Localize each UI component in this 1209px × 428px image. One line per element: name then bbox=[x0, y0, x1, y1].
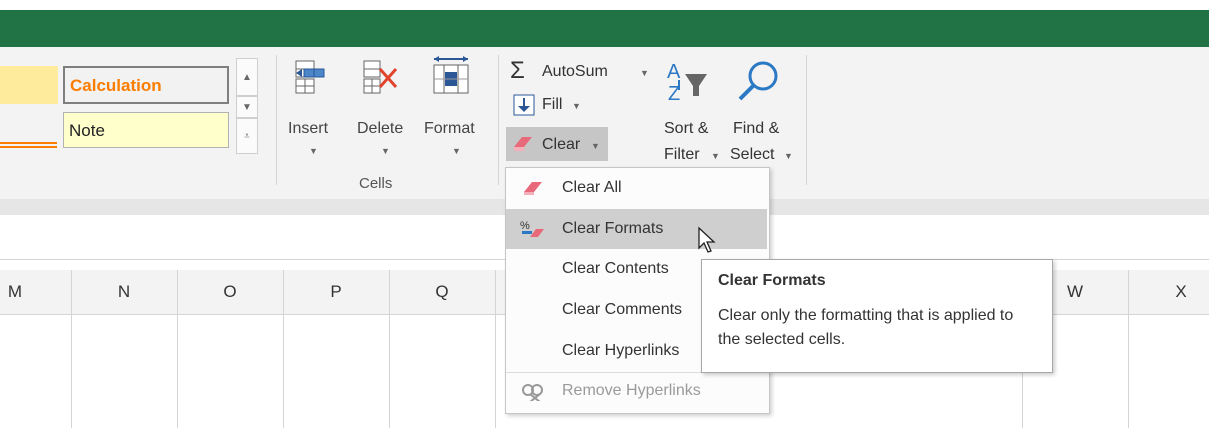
insert-cells-icon bbox=[295, 60, 325, 94]
group-separator bbox=[276, 55, 277, 185]
sort-filter-label-line2[interactable]: Filter bbox=[664, 146, 700, 164]
svg-text:%: % bbox=[520, 220, 530, 232]
clear-button[interactable]: Clear bbox=[542, 136, 580, 154]
autosum-dropdown-caret[interactable]: ▼ bbox=[640, 68, 649, 78]
column-header-x[interactable]: X bbox=[1128, 270, 1209, 314]
menu-item-remove-hyperlinks: Remove Hyperlinks bbox=[506, 371, 767, 411]
gallery-scroll-up-button[interactable]: ▲ bbox=[236, 58, 258, 96]
format-dropdown-caret[interactable]: ▼ bbox=[452, 146, 461, 156]
tooltip-body: Clear only the formatting that is applie… bbox=[718, 307, 1014, 348]
tooltip-title: Clear Formats bbox=[718, 272, 826, 289]
style-double-total-line bbox=[0, 142, 57, 144]
menu-item-clear-formats[interactable]: % Clear Formats bbox=[506, 209, 767, 249]
column-header-m[interactable]: M bbox=[0, 270, 30, 314]
find-magnifier-icon bbox=[738, 61, 778, 101]
sort-filter-dropdown-caret[interactable]: ▼ bbox=[711, 151, 720, 161]
gallery-scroll-down-button[interactable]: ▼ bbox=[236, 96, 258, 118]
column-header-q[interactable]: Q bbox=[389, 270, 495, 314]
format-button[interactable]: Format bbox=[424, 120, 475, 138]
format-cells-icon bbox=[433, 56, 469, 94]
eraser-icon bbox=[514, 137, 532, 151]
menu-item-label: Clear Hyperlinks bbox=[562, 342, 680, 359]
clear-dropdown-caret[interactable]: ▼ bbox=[591, 141, 600, 151]
find-select-button[interactable]: Find & bbox=[733, 120, 779, 138]
group-separator bbox=[806, 55, 807, 185]
style-neutral[interactable] bbox=[0, 66, 58, 104]
delete-dropdown-caret[interactable]: ▼ bbox=[381, 146, 390, 156]
menu-item-label: Clear Contents bbox=[562, 260, 669, 277]
fill-dropdown-caret[interactable]: ▼ bbox=[572, 101, 581, 111]
column-header-o[interactable]: O bbox=[177, 270, 283, 314]
menu-item-label: Clear Formats bbox=[562, 220, 664, 237]
clear-formats-icon: % bbox=[520, 220, 544, 237]
autosum-icon: Σ bbox=[510, 57, 525, 84]
remove-hyperlinks-icon bbox=[522, 384, 543, 401]
menu-item-label: Remove Hyperlinks bbox=[562, 382, 701, 399]
title-bar bbox=[0, 10, 1209, 47]
menu-item-label: Clear All bbox=[562, 179, 622, 196]
column-header-n[interactable]: N bbox=[71, 270, 177, 314]
fill-down-icon bbox=[513, 94, 535, 116]
delete-cells-icon bbox=[363, 60, 398, 94]
cells-group-label: Cells bbox=[359, 175, 393, 192]
grid-line bbox=[495, 270, 496, 428]
sort-filter-icon: A Z bbox=[667, 61, 707, 105]
autosum-button[interactable]: AutoSum bbox=[542, 63, 608, 81]
menu-item-label: Clear Comments bbox=[562, 301, 683, 318]
eraser-icon bbox=[524, 182, 542, 195]
find-select-dropdown-caret[interactable]: ▼ bbox=[784, 151, 793, 161]
fill-button[interactable]: Fill bbox=[542, 96, 562, 114]
gallery-more-button[interactable]: ⩡ bbox=[236, 118, 258, 154]
column-header-p[interactable]: P bbox=[283, 270, 389, 314]
find-select-label-line2[interactable]: Select bbox=[730, 146, 774, 164]
group-separator bbox=[498, 55, 499, 185]
style-note[interactable]: Note bbox=[63, 112, 229, 148]
delete-button[interactable]: Delete bbox=[357, 120, 403, 138]
insert-dropdown-caret[interactable]: ▼ bbox=[309, 146, 318, 156]
style-double-total-line bbox=[0, 146, 57, 148]
mouse-pointer-icon bbox=[698, 226, 716, 253]
svg-text:A: A bbox=[667, 61, 681, 83]
menu-item-clear-all[interactable]: Clear All bbox=[506, 168, 767, 208]
sort-filter-button[interactable]: Sort & bbox=[664, 120, 708, 138]
insert-button[interactable]: Insert bbox=[288, 120, 328, 138]
style-calculation[interactable]: Calculation bbox=[63, 66, 229, 104]
